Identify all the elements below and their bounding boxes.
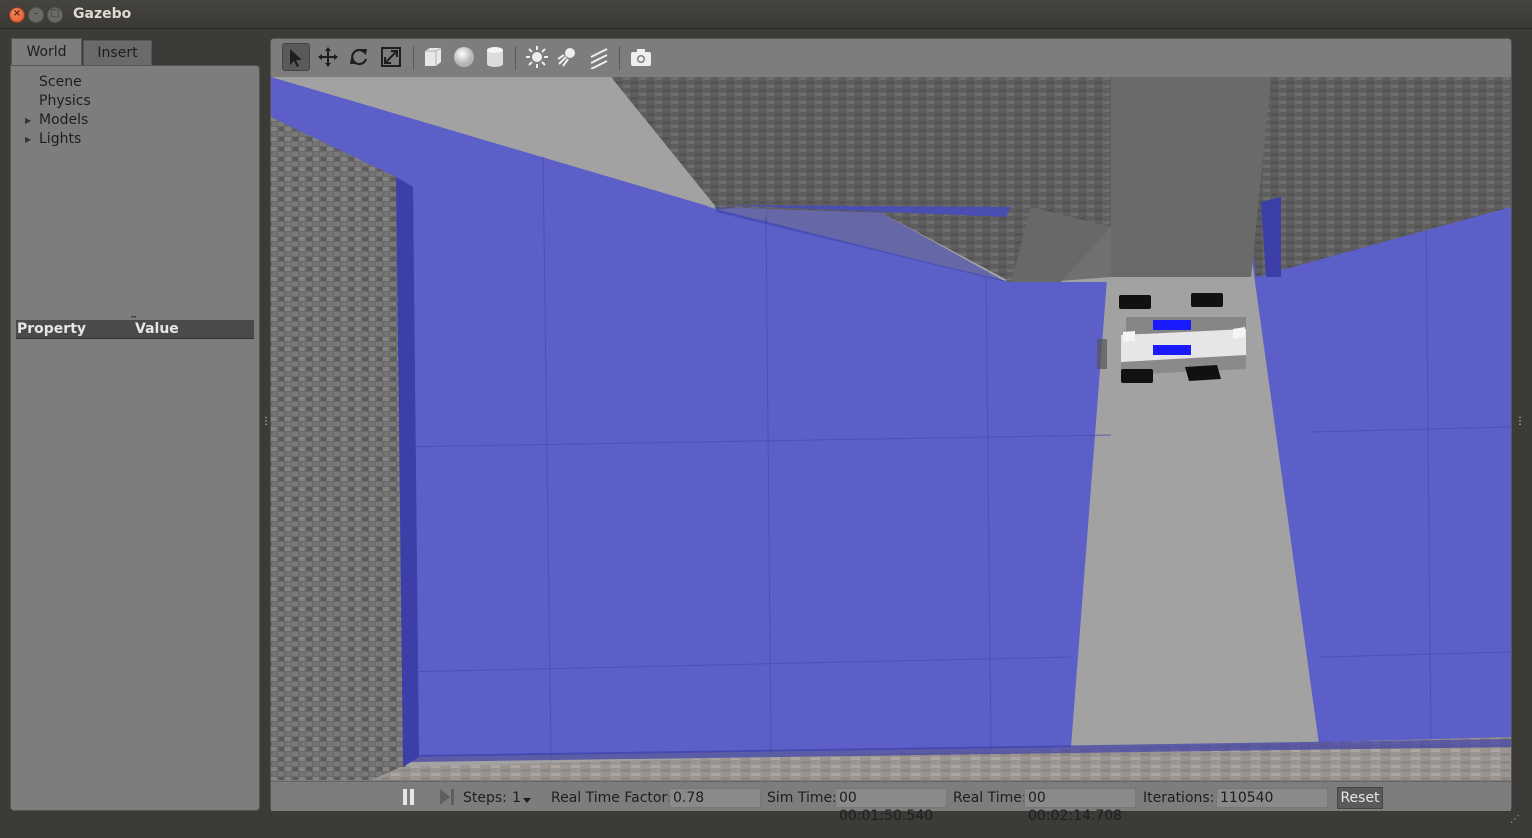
resize-grip-icon[interactable]: ⋰ [1510, 814, 1520, 825]
arrow-cursor-icon[interactable] [282, 43, 310, 71]
step-icon[interactable] [440, 789, 456, 805]
sun-icon[interactable] [523, 43, 551, 71]
expand-arrow-icon[interactable]: ▶ [25, 135, 31, 144]
right-splitter-handle[interactable]: ⋮ [1515, 417, 1525, 427]
tab-world[interactable]: World [11, 38, 82, 65]
real-time-factor-field: 0.78 [669, 788, 761, 808]
real-time-factor-label: Real Time Factor: [551, 790, 672, 806]
pause-icon[interactable] [402, 789, 416, 805]
real-time-field: 00 00:02:14.708 [1024, 788, 1136, 824]
real-time-label: Real Time: [953, 790, 1027, 806]
scale-icon[interactable] [377, 43, 405, 71]
spotlight-icon[interactable] [554, 43, 582, 71]
move-arrows-icon[interactable] [314, 43, 342, 71]
3d-viewport[interactable] [271, 77, 1511, 780]
sim-time-field: 00 00:01:50.540 [835, 788, 947, 824]
sim-time-label: Sim Time: [767, 790, 837, 806]
world-panel: Scene Physics ▶ Models ▶ Lights ┉ Proper… [10, 65, 260, 811]
title-bar: × – □ Gazebo [0, 0, 1532, 29]
toolbar [271, 39, 1511, 76]
close-icon[interactable]: × [9, 7, 25, 23]
rotate-icon[interactable] [345, 43, 373, 71]
box-icon[interactable] [419, 43, 447, 71]
window-title: Gazebo [73, 6, 132, 22]
tree-item-scene[interactable]: Scene [39, 74, 82, 90]
sphere-icon[interactable] [450, 43, 478, 71]
cylinder-icon[interactable] [481, 43, 509, 71]
chevron-down-icon[interactable] [523, 798, 531, 803]
steps-label: Steps: [463, 790, 507, 806]
reset-button[interactable]: Reset [1337, 787, 1383, 809]
minimize-icon[interactable]: – [28, 7, 44, 23]
iterations-field: 110540 [1216, 788, 1328, 808]
expand-arrow-icon[interactable]: ▶ [25, 116, 31, 125]
simulation-status-bar: Steps: 1 Real Time Factor: 0.78 Sim Time… [271, 781, 1511, 824]
tree-item-models[interactable]: Models [39, 112, 88, 128]
tab-insert[interactable]: Insert [83, 40, 152, 65]
directional-light-icon[interactable] [585, 43, 613, 71]
camera-icon[interactable] [627, 43, 655, 71]
column-value: Value [135, 321, 179, 337]
column-property: Property [17, 321, 87, 337]
maximize-icon[interactable]: □ [47, 7, 63, 23]
steps-value[interactable]: 1 [512, 790, 521, 806]
tree-item-lights[interactable]: Lights [39, 131, 81, 147]
property-table-header: Property Value [16, 320, 254, 339]
tree-item-physics[interactable]: Physics [39, 93, 91, 109]
iterations-label: Iterations: [1143, 790, 1215, 806]
